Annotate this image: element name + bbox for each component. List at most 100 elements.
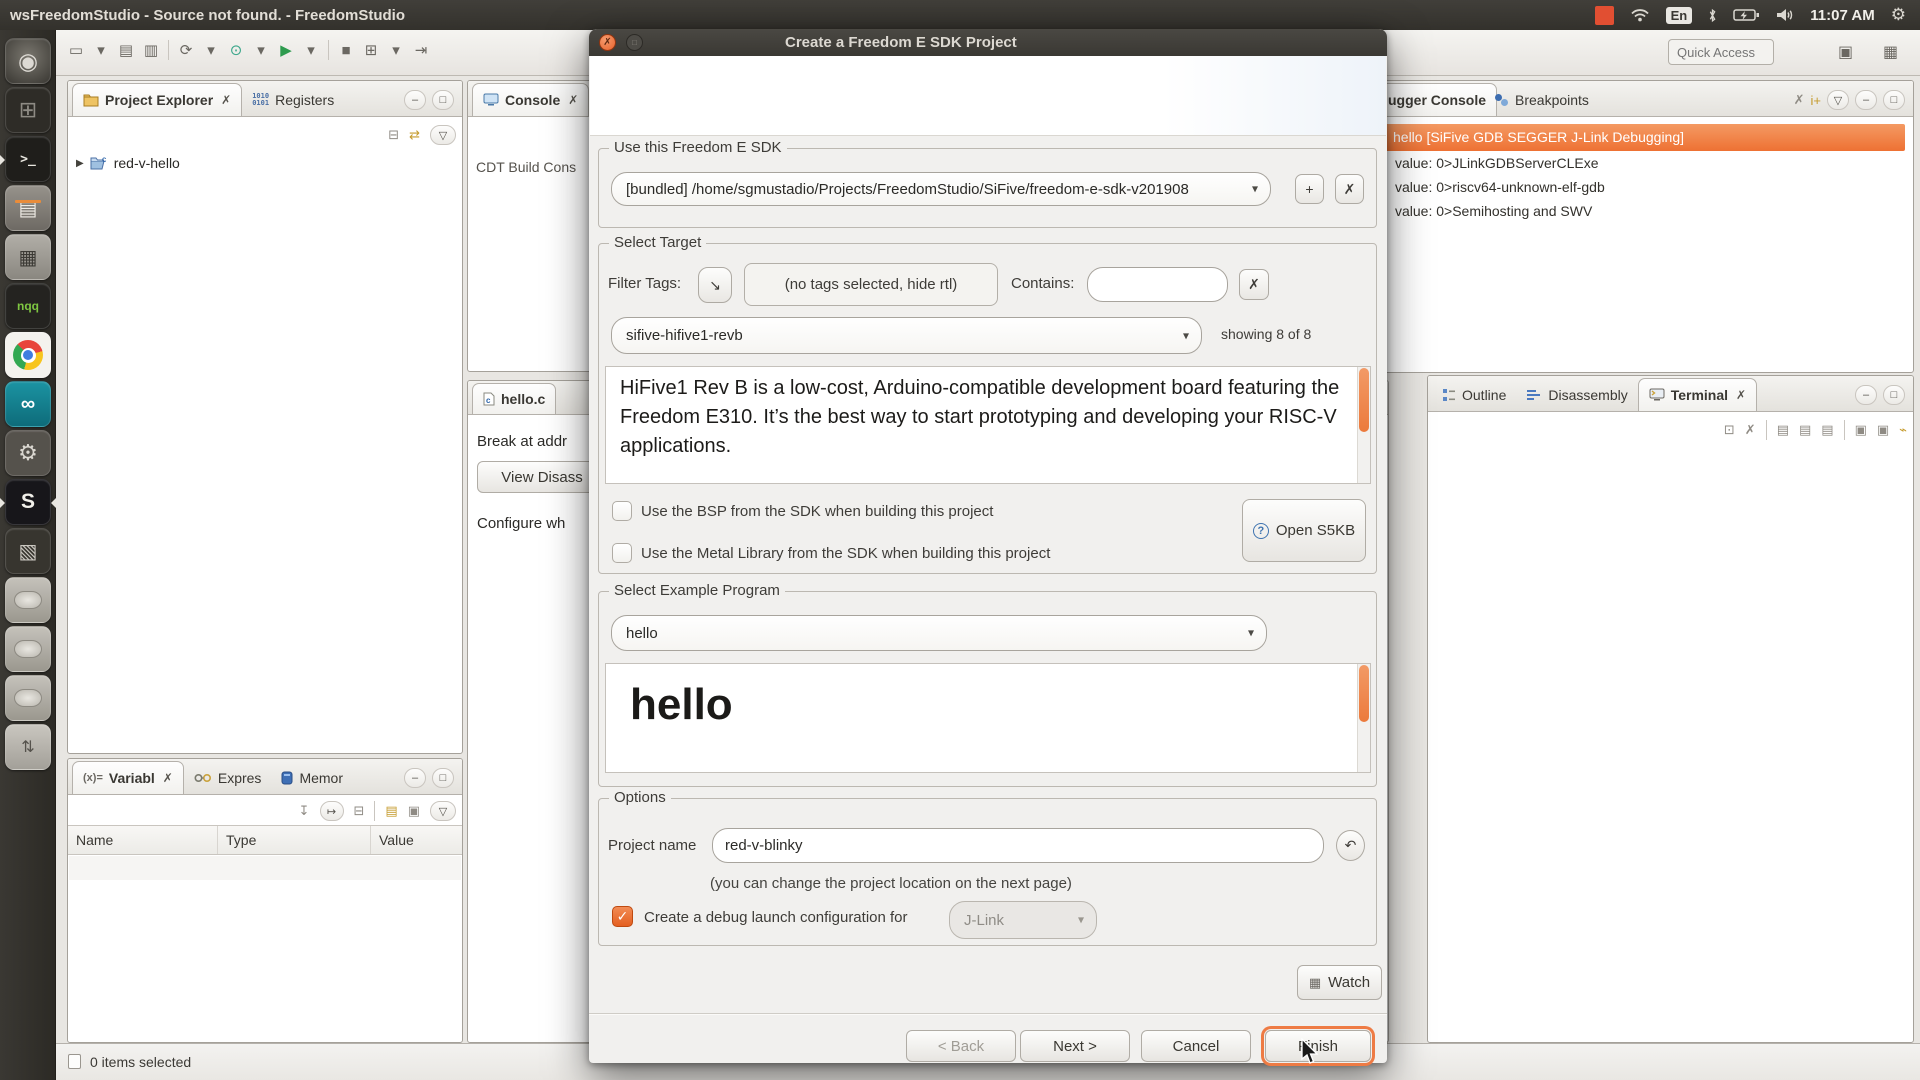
external-tools-dropdown-icon[interactable]: ▾: [388, 41, 404, 59]
minimize-icon[interactable]: –: [1855, 385, 1877, 405]
collapse-all-icon[interactable]: ⊟: [354, 803, 365, 819]
maximize-icon[interactable]: □: [432, 768, 454, 788]
pin-terminal-icon[interactable]: ▤: [1821, 422, 1833, 438]
new-terminal-view-icon[interactable]: ⌁: [1899, 422, 1907, 438]
save-icon[interactable]: ▤: [118, 41, 134, 59]
view-menu-icon[interactable]: ▽: [1827, 90, 1849, 110]
tab-hello-c[interactable]: c hello.c: [472, 383, 556, 414]
remove-all-icon[interactable]: ✗: [1794, 92, 1805, 108]
keyboard-layout-indicator[interactable]: En: [1666, 7, 1693, 24]
open-terminal-icon[interactable]: ⊡: [1724, 422, 1735, 438]
external-tools-icon[interactable]: ⊞: [363, 41, 379, 59]
clear-contains-button[interactable]: ✗: [1239, 269, 1269, 300]
close-tab-icon[interactable]: ✗: [221, 93, 231, 107]
clock[interactable]: 11:07 AM: [1810, 7, 1874, 24]
debug-perspective-icon[interactable]: ▣: [1838, 42, 1853, 62]
launcher-calculator[interactable]: ▦: [5, 234, 51, 280]
debug-item[interactable]: value: 0>Semihosting and SWV: [1395, 203, 1592, 219]
launcher-system-settings[interactable]: ⚙: [5, 430, 51, 476]
cancel-button[interactable]: Cancel: [1141, 1030, 1251, 1062]
run-icon[interactable]: ▶: [278, 41, 294, 59]
view-menu-icon[interactable]: ▽: [430, 801, 456, 821]
copy-icon[interactable]: ▣: [1855, 422, 1867, 438]
description-scrollbar[interactable]: [1357, 367, 1370, 483]
tab-memory[interactable]: Memor: [271, 761, 353, 794]
launcher-arduino[interactable]: ∞: [5, 381, 51, 427]
maximize-icon[interactable]: □: [1883, 90, 1905, 110]
launcher-workspace-switcher[interactable]: ⊞: [5, 87, 51, 133]
tab-registers[interactable]: 1010 0101 Registers: [242, 83, 344, 116]
dialog-close-icon[interactable]: ✗: [599, 34, 616, 51]
battery-icon[interactable]: [1733, 8, 1760, 22]
debug-item[interactable]: value: 0>JLinkGDBServerCLExe: [1395, 155, 1599, 171]
tree-item-red-v-hello[interactable]: ▶ C red-v-hello: [76, 155, 180, 171]
tree-expand-icon[interactable]: ▶: [76, 158, 84, 169]
paste-icon[interactable]: ▣: [1877, 422, 1889, 438]
contains-input[interactable]: [1087, 267, 1228, 302]
quick-access-input[interactable]: [1668, 39, 1774, 65]
minimize-icon[interactable]: –: [1855, 90, 1877, 110]
dialog-maximize-icon[interactable]: □: [626, 34, 643, 51]
show-logical-icon[interactable]: ↧: [299, 803, 310, 819]
remove-sdk-button[interactable]: ✗: [1335, 174, 1364, 204]
tab-debugger-console[interactable]: ugger Console: [1377, 83, 1497, 116]
minimize-icon[interactable]: –: [404, 768, 426, 788]
new-wizard-icon[interactable]: ▭: [68, 41, 84, 59]
column-type[interactable]: Type: [218, 826, 371, 854]
tab-project-explorer[interactable]: Project Explorer ✗: [72, 83, 242, 116]
new-dropdown-icon[interactable]: ▾: [93, 41, 109, 59]
column-value[interactable]: Value: [371, 826, 462, 854]
target-combo[interactable]: sifive-hifive1-revb ▾: [611, 317, 1202, 354]
debug-item[interactable]: value: 0>riscv64-unknown-elf-gdb: [1395, 179, 1605, 195]
project-name-input[interactable]: [712, 828, 1324, 863]
bluetooth-icon[interactable]: [1708, 8, 1717, 23]
tab-terminal[interactable]: Terminal ✗: [1638, 378, 1757, 411]
scroll-lock-icon[interactable]: ▤: [1777, 422, 1789, 438]
add-item-icon[interactable]: i+: [1811, 93, 1821, 108]
stop-icon[interactable]: ■: [338, 42, 354, 59]
scrollbar-thumb[interactable]: [1359, 368, 1369, 432]
sdk-combo[interactable]: [bundled] /home/sgmustadio/Projects/Free…: [611, 172, 1271, 206]
tab-variables[interactable]: (x)= Variabl ✗: [72, 761, 184, 794]
undo-project-name-button[interactable]: ↶: [1336, 830, 1365, 861]
filter-tags-button[interactable]: ↘: [698, 267, 732, 303]
close-tab-icon[interactable]: ✗: [163, 771, 173, 785]
debug-dropdown-icon[interactable]: ▾: [253, 41, 269, 59]
launcher-ubuntu-dash[interactable]: ◉: [5, 38, 51, 84]
dialog-titlebar[interactable]: ✗ □ Create a Freedom E SDK Project: [589, 29, 1387, 56]
launcher-disk-drive-3[interactable]: [5, 675, 51, 721]
maximize-icon[interactable]: □: [1883, 385, 1905, 405]
notification-indicator-icon[interactable]: [1595, 6, 1614, 25]
volume-icon[interactable]: [1776, 8, 1794, 22]
back-button[interactable]: < Back: [906, 1030, 1016, 1062]
tab-expressions[interactable]: Expres: [184, 761, 272, 794]
view-menu-icon[interactable]: ▽: [430, 125, 456, 145]
view-disassembly-button[interactable]: View Disass: [477, 461, 607, 493]
launcher-video-editor[interactable]: ▧: [5, 528, 51, 574]
tab-disassembly[interactable]: Disassembly: [1516, 378, 1637, 411]
add-sdk-button[interactable]: +: [1295, 174, 1324, 204]
launcher-disk-drive-1[interactable]: [5, 577, 51, 623]
close-tab-icon[interactable]: ✗: [568, 93, 578, 107]
tab-breakpoints[interactable]: Breakpoints: [1485, 83, 1599, 116]
save-all-icon[interactable]: ▥: [143, 41, 159, 59]
session-menu-icon[interactable]: ⚙: [1891, 5, 1906, 25]
selected-tags-box[interactable]: (no tags selected, hide rtl): [744, 263, 998, 306]
run-dropdown-icon[interactable]: ▾: [303, 41, 319, 59]
launcher-archive-manager[interactable]: ▤: [5, 185, 51, 231]
wifi-icon[interactable]: [1630, 8, 1650, 22]
minimize-icon[interactable]: –: [404, 90, 426, 110]
cpp-perspective-icon[interactable]: ▦: [1883, 42, 1898, 62]
debug-launch-checkbox[interactable]: ✓: [612, 906, 633, 927]
launcher-chrome[interactable]: [5, 332, 51, 378]
step-icon[interactable]: ⇥: [413, 41, 429, 59]
open-kb-button[interactable]: ? Open S5KB: [1242, 499, 1366, 562]
column-name[interactable]: Name: [68, 826, 218, 854]
metal-checkbox[interactable]: [612, 543, 632, 563]
tab-outline[interactable]: Outline: [1432, 378, 1516, 411]
launcher-terminal[interactable]: >_: [5, 136, 51, 182]
launcher-disk-drive-2[interactable]: [5, 626, 51, 672]
collapse-all-icon[interactable]: ⊟: [388, 127, 399, 143]
scrollbar-thumb[interactable]: [1359, 665, 1369, 722]
build-dropdown-icon[interactable]: ▾: [203, 41, 219, 59]
